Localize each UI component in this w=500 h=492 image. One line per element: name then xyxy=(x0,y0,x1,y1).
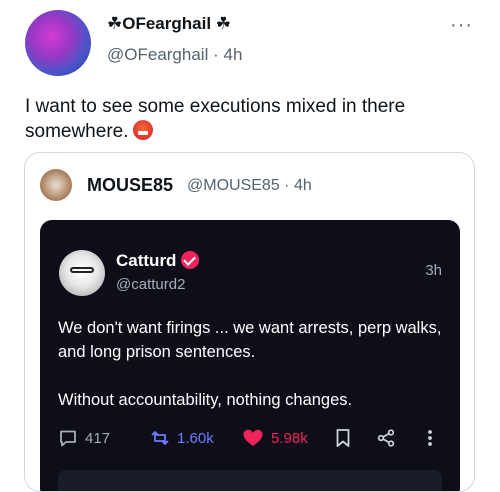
embedded-post-time: 3h xyxy=(425,262,442,279)
embedded-author-name-row: Catturd xyxy=(116,251,200,271)
quote-author-avatar[interactable] xyxy=(40,169,72,201)
author-avatar[interactable] xyxy=(25,10,91,76)
vertical-dots-icon xyxy=(428,430,432,446)
verified-badge-icon xyxy=(181,251,200,269)
share-action xyxy=(376,426,403,450)
tweet-text-body: I want to see some executions mixed in t… xyxy=(25,96,406,142)
reply-action: 417 xyxy=(58,426,110,450)
tweet-time[interactable]: 4h xyxy=(223,45,242,64)
embedded-author-avatar xyxy=(59,250,105,296)
embedded-post-screenshot: Catturd @catturd2 3h We don't want firin… xyxy=(40,220,460,491)
quote-author-handle[interactable]: @MOUSE85 xyxy=(187,177,280,194)
embedded-paragraph-1: We don't want firings ... we want arrest… xyxy=(58,319,442,361)
embedded-paragraph-2: Without accountability, nothing changes. xyxy=(58,391,353,409)
share-icon xyxy=(377,429,395,447)
embedded-action-bar: 417 1.60k 5.98k xyxy=(58,426,448,450)
angry-face-icon xyxy=(132,120,153,140)
like-count: 5.98k xyxy=(271,429,308,447)
repost-count: 1.60k xyxy=(177,429,214,447)
heart-icon xyxy=(243,429,263,446)
embedded-media-preview xyxy=(58,470,442,491)
repost-action: 1.60k xyxy=(150,426,214,450)
quote-author-name[interactable]: MOUSE85 xyxy=(87,175,173,196)
quote-author-meta: @MOUSE85 · 4h xyxy=(187,177,312,195)
author-display-name[interactable]: ☘OFearghail ☘ xyxy=(107,14,231,34)
reply-icon xyxy=(60,430,76,447)
separator-dot: · xyxy=(213,45,224,64)
like-action: 5.98k xyxy=(242,426,308,450)
more-action xyxy=(426,426,441,450)
separator-dot: · xyxy=(284,177,294,194)
repost-icon xyxy=(151,431,169,445)
more-options-button[interactable]: ··· xyxy=(450,14,473,37)
reply-count: 417 xyxy=(85,429,111,447)
author-handle[interactable]: @OFearghail xyxy=(107,45,208,64)
tweet-text: I want to see some executions mixed in t… xyxy=(25,94,465,144)
bookmark-action xyxy=(334,426,359,450)
embedded-author-name: Catturd xyxy=(116,251,177,270)
embedded-author-handle: @catturd2 xyxy=(116,276,186,293)
bookmark-icon xyxy=(336,429,350,447)
embedded-post-text: We don't want firings ... we want arrest… xyxy=(58,316,448,412)
author-handle-line: @OFearghail · 4h xyxy=(107,45,242,65)
quote-time[interactable]: 4h xyxy=(294,177,312,194)
quoted-post[interactable]: MOUSE85 @MOUSE85 · 4h Catturd @catturd2 … xyxy=(24,152,475,492)
